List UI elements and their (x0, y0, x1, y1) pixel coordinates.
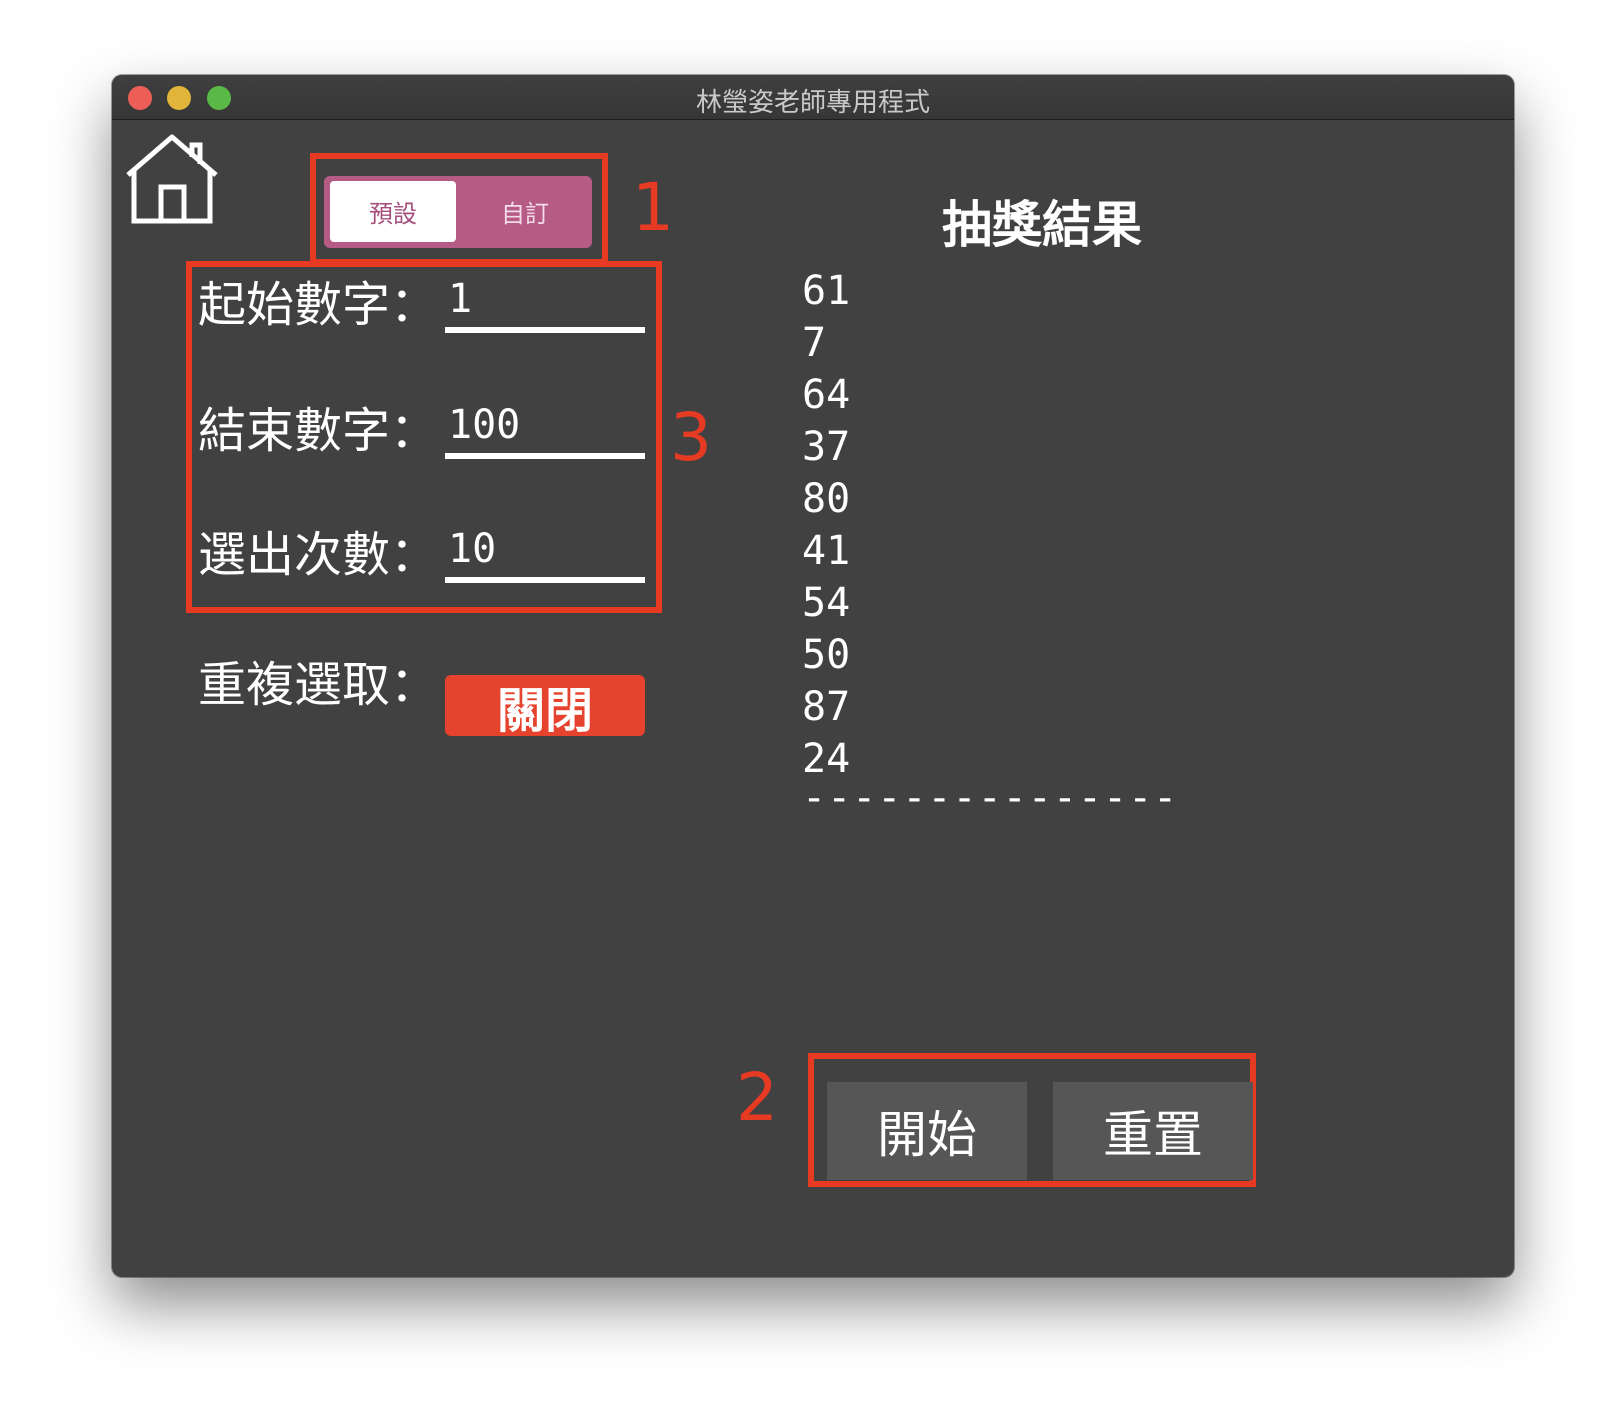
start-button[interactable]: 開始 (827, 1082, 1027, 1180)
annotation-box-mode (310, 153, 608, 265)
start-number-label: 起始數字： (198, 277, 439, 333)
draw-count-underline (445, 577, 645, 583)
result-item: 50 (802, 632, 851, 678)
result-item: 7 (802, 320, 827, 366)
end-number-label: 結束數字： (198, 403, 439, 459)
start-number-input[interactable]: 1 (448, 276, 472, 322)
window-title: 林瑩姿老師專用程式 (695, 88, 930, 118)
result-item: 87 (802, 684, 851, 730)
annotation-number-3: 3 (670, 399, 712, 476)
annotation-number-2: 2 (736, 1059, 778, 1136)
results-title: 抽獎結果 (942, 196, 1142, 254)
title-bar: 林瑩姿老師專用程式 (112, 75, 1514, 120)
repeat-selection-toggle[interactable]: 關閉 (445, 675, 645, 739)
result-item: 64 (802, 372, 851, 418)
draw-count-input[interactable]: 10 (448, 526, 496, 572)
result-item: 80 (802, 476, 851, 522)
annotation-number-1: 1 (632, 169, 674, 246)
result-item: 54 (802, 580, 851, 626)
draw-count-label: 選出次數： (198, 527, 439, 583)
app-window: 林瑩姿老師專用程式 預設 自訂 1 3 2 起始數字： 1 結束數字： 100 … (112, 75, 1514, 1277)
result-item: 37 (802, 424, 851, 470)
result-item: 41 (802, 528, 851, 574)
end-number-input[interactable]: 100 (448, 402, 520, 448)
home-icon[interactable] (124, 131, 222, 227)
repeat-selection-label: 重複選取： (198, 657, 439, 713)
result-item: 61 (802, 268, 851, 314)
results-list: 61 7 64 37 80 41 54 50 87 24 (802, 265, 850, 785)
start-number-underline (445, 327, 645, 333)
end-number-underline (445, 453, 645, 459)
results-separator: --------------- (802, 775, 1179, 821)
reset-button[interactable]: 重置 (1053, 1082, 1253, 1180)
